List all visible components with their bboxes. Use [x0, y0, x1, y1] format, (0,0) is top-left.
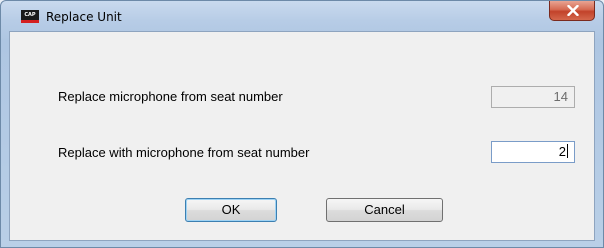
close-button[interactable] [549, 1, 595, 21]
replace-unit-window: CAP Replace Unit Replace microphone from… [0, 0, 604, 248]
dialog-body: Replace microphone from seat number 14 R… [9, 31, 595, 241]
replace-with-seat-input[interactable]: 2 [491, 141, 575, 163]
replace-with-label: Replace with microphone from seat number [58, 145, 310, 160]
replace-from-label: Replace microphone from seat number [58, 89, 283, 104]
text-caret [567, 144, 568, 158]
replace-with-seat-value: 2 [558, 144, 566, 159]
cap-logo-icon: CAP [21, 10, 39, 23]
window-title: Replace Unit [46, 10, 122, 24]
cancel-button[interactable]: Cancel [326, 198, 443, 222]
close-icon [567, 5, 579, 16]
title-bar[interactable]: CAP Replace Unit [1, 1, 603, 31]
replace-from-seat-field: 14 [491, 86, 575, 108]
ok-button[interactable]: OK [185, 198, 277, 222]
